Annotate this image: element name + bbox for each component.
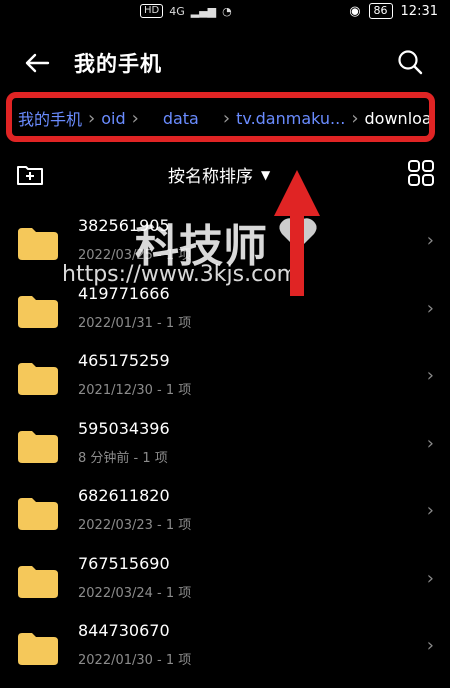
wifi-icon: ◔ xyxy=(222,4,232,18)
hd-badge: HD xyxy=(140,4,164,18)
folder-icon xyxy=(18,430,58,463)
watermark-url: https://www.3kjs.com xyxy=(62,262,299,287)
breadcrumb-item-data[interactable]: data xyxy=(163,109,199,128)
list-item[interactable]: 682611820 2022/03/23 - 1 项 › xyxy=(0,474,450,542)
chevron-right-icon: › xyxy=(426,635,434,656)
chevron-right-icon: › xyxy=(351,107,359,129)
breadcrumb-path: 我的手机 › oid › data › tv.danmaku... › down… xyxy=(18,106,435,130)
folder-icon xyxy=(18,363,58,395)
breadcrumb-item-root[interactable]: 我的手机 xyxy=(18,106,82,130)
breadcrumb-item-package[interactable]: tv.danmaku... xyxy=(236,109,345,128)
folder-meta: 8 分钟前 - 1 项 xyxy=(78,450,168,466)
eye-icon: ◉ xyxy=(349,3,361,19)
list-item[interactable]: 767515690 2022/03/24 - 1 项 › xyxy=(0,542,450,610)
chevron-right-icon: › xyxy=(426,500,434,521)
status-bar: HD 4G ▂▄▆ ◔ ◉ 86 12:31 xyxy=(0,0,450,24)
chevron-right-icon: › xyxy=(426,432,434,454)
list-item[interactable]: 844730670 2022/01/30 - 1 项 › xyxy=(0,609,450,677)
new-folder-icon[interactable] xyxy=(16,162,44,186)
battery-indicator: 86 xyxy=(368,3,393,19)
caret-down-icon: ▼ xyxy=(261,167,271,182)
chevron-right-icon: › xyxy=(426,230,434,251)
clock: 12:31 xyxy=(400,3,438,19)
sort-label: 按名称排序 xyxy=(168,167,253,187)
folder-meta: 2022/03/24 - 1 项 xyxy=(78,585,192,601)
list-item[interactable]: 465175259 2021/12/30 - 1 项 › xyxy=(0,339,450,407)
page-title: 我的手机 xyxy=(74,52,162,76)
grid-view-icon[interactable] xyxy=(408,160,434,186)
folder-meta: 2022/01/31 - 1 项 xyxy=(78,315,192,331)
status-right: ◉ 86 12:31 xyxy=(349,3,438,19)
folder-icon xyxy=(18,498,58,530)
folder-name: 767515690 xyxy=(78,553,170,573)
folder-name: 844730670 xyxy=(78,621,170,640)
back-arrow-icon[interactable] xyxy=(22,48,52,78)
folder-icon xyxy=(18,228,58,260)
breadcrumb: 我的手机 › oid › data › tv.danmaku... › down… xyxy=(6,92,435,142)
chevron-right-icon: › xyxy=(88,107,96,129)
list-item[interactable]: 595034396 8 分钟前 - 1 项 › xyxy=(0,407,450,475)
chevron-right-icon: › xyxy=(222,107,231,129)
breadcrumb-item-android[interactable]: oid xyxy=(101,109,125,128)
chevron-right-icon: › xyxy=(426,297,434,319)
annotation-arrow-icon xyxy=(274,170,320,296)
chevron-right-icon: › xyxy=(131,107,139,129)
search-icon[interactable] xyxy=(396,48,424,76)
folder-name: 682611820 xyxy=(78,486,170,505)
folder-name: 595034396 xyxy=(78,418,170,438)
toolbar: 按名称排序 ▼ xyxy=(0,150,450,200)
folder-icon xyxy=(18,295,58,328)
breadcrumb-item-current: download xyxy=(364,108,435,128)
signal-icon: ▂▄▆ xyxy=(190,4,217,18)
folder-name: 465175259 xyxy=(78,351,170,370)
folder-meta: 2021/12/30 - 1 项 xyxy=(78,383,192,398)
sort-dropdown[interactable]: 按名称排序 ▼ xyxy=(168,162,270,187)
folder-icon xyxy=(18,565,58,598)
app-header: 我的手机 xyxy=(0,36,450,90)
folder-meta: 2022/03/23 - 1 项 xyxy=(78,518,192,533)
status-left: HD 4G ▂▄▆ ◔ xyxy=(140,4,232,18)
chevron-right-icon: › xyxy=(426,567,434,589)
folder-meta: 2022/01/30 - 1 项 xyxy=(78,653,192,668)
network-label: 4G xyxy=(169,4,185,18)
folder-icon xyxy=(18,633,58,665)
chevron-right-icon: › xyxy=(426,365,434,386)
